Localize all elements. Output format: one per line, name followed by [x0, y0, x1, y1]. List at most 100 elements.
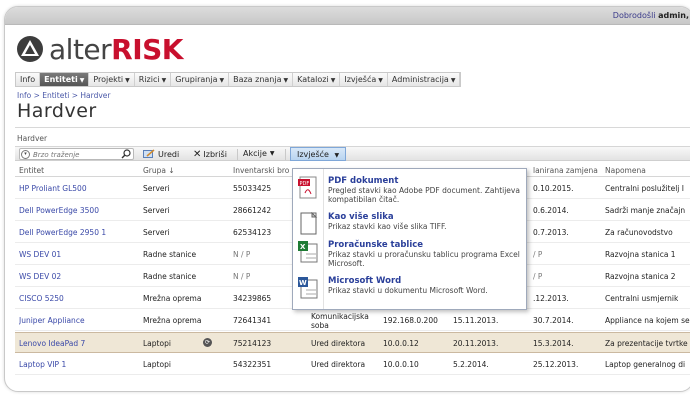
cell-lok: Ured direktora [311, 360, 366, 369]
cell-nap: Laptop generalnog di [605, 360, 686, 369]
cell-zam: 0.7.2013. [533, 228, 569, 237]
cell-nap: Razvojna stanica 2 [605, 272, 676, 281]
chevron-down-icon: ▼ [450, 77, 456, 84]
nav-item-4[interactable]: Grupiranja ▼ [171, 73, 230, 86]
cell-inv: 75214123 [233, 339, 272, 348]
report-option-title: PDF dokument [328, 176, 399, 186]
actions-label: Akcije [243, 149, 267, 158]
nav-item-0[interactable]: Info [16, 73, 41, 86]
column-inventarski-broj[interactable]: Inventarski bro [233, 166, 289, 175]
cell-zam: 0.6.2014. [533, 206, 569, 215]
app-window: Dobrodošli admin, alterRISK Info Entiteti… [4, 6, 690, 392]
cell-entitet[interactable]: Laptop VIP 1 [19, 360, 66, 369]
nav-item-1[interactable]: Entiteti ▼ [40, 73, 90, 86]
logo-text: alterRISK [49, 33, 183, 66]
cell-grupa: Serveri [143, 206, 170, 215]
delete-button[interactable]: ✕ Izbriši [193, 149, 227, 160]
cell-inv: 28661242 [233, 206, 272, 215]
cell-entitet[interactable]: WS DEV 02 [19, 272, 61, 281]
cell-entitet[interactable]: Juniper Appliance [19, 316, 85, 325]
svg-text:PDF: PDF [300, 181, 310, 187]
report-option-description: Prikaz stavki u proračunsku tablicu prog… [328, 250, 520, 268]
report-menu-button[interactable]: Izvješće ▼ [290, 147, 347, 161]
table-row[interactable]: Lenovo IdeaPad 7 Laptopi 75214123 Ured dire… [15, 332, 690, 353]
nav-item-3[interactable]: Rizici ▼ [135, 73, 172, 86]
cell-nap: Za računovodstvo [605, 228, 673, 237]
report-option-title: Proračunske tablice [328, 240, 424, 250]
chevron-down-icon: ▼ [79, 77, 85, 84]
cell-nap: Appliance na kojem se [605, 316, 690, 325]
alterrisk-logo[interactable]: alterRISK [15, 29, 183, 69]
chevron-down-icon: ▼ [378, 77, 383, 84]
cell-grupa: Serveri [143, 184, 170, 193]
title-divider [15, 127, 690, 128]
image-icon [300, 212, 318, 235]
report-option-pdf[interactable]: PDF PDF dokument Pregled stavki kao Adobe … [293, 173, 526, 208]
nav-item-label: Izvješća [344, 75, 377, 84]
welcome-text: Dobrodošli admin, [613, 11, 689, 20]
cell-zam: 25.12.2013. [533, 360, 579, 369]
welcome-user[interactable]: admin, [658, 11, 689, 20]
cell-d1: 20.11.2013. [453, 339, 499, 348]
nav-item-7[interactable]: Izvješća ▼ [340, 73, 388, 86]
cell-nap: Sadrži manje značajn [605, 206, 686, 215]
search-options-icon[interactable]: ▾ [21, 150, 30, 159]
nav-item-label: Administracija [391, 75, 449, 84]
nav-item-label: Baza znanja [233, 75, 282, 84]
chevron-down-icon: ▼ [283, 77, 289, 84]
nav-item-label: Info [20, 75, 36, 84]
report-option-excel[interactable]: X Proračunske tablice Prikaz stavki u pror… [293, 237, 526, 272]
toolbar-separator [237, 149, 238, 160]
cell-entitet[interactable]: Lenovo IdeaPad 7 [19, 339, 85, 348]
logo-triangle-icon [17, 36, 43, 62]
breadcrumb[interactable]: Info > Entiteti > Hardver [17, 91, 110, 100]
sort-arrow-icon: ↓ [168, 166, 175, 175]
cell-lok: Ured direktora [311, 339, 366, 348]
cell-entitet[interactable]: Dell PowerEdge 3500 [19, 206, 99, 215]
delete-icon: ✕ [193, 149, 202, 160]
cell-inv: 62534123 [233, 228, 272, 237]
cell-entitet[interactable]: CISCO 5250 [19, 294, 64, 303]
cell-entitet[interactable]: WS DEV 01 [19, 250, 61, 259]
nav-item-label: Entiteti [44, 75, 78, 84]
cell-ip: 10.0.0.12 [383, 339, 419, 348]
column-grupa[interactable]: Grupa ↓ [143, 166, 175, 175]
cell-grupa: Serveri [143, 228, 170, 237]
item-menu-icon[interactable]: ⟳ [203, 338, 212, 347]
cell-entitet[interactable]: HP Proliant GL500 [19, 184, 87, 193]
nav-item-6[interactable]: Katalozi ▼ [293, 73, 341, 86]
nav-item-5[interactable]: Baza znanja ▼ [229, 73, 294, 86]
page-title: Hardver [17, 100, 97, 122]
cell-nap: Centralni usmjernik [605, 294, 679, 303]
excel-icon: X [298, 241, 318, 263]
report-option-title: Microsoft Word [328, 276, 402, 286]
column-planirana-zamjena[interactable]: lanirana zamjena [533, 166, 598, 175]
cell-zam: / P [533, 250, 543, 259]
table-row[interactable]: Laptop VIP 1 Laptopi 54322351 Ured direktor… [15, 354, 690, 375]
report-option-description: Prikaz stavki kao više slika TIFF. [328, 222, 447, 231]
edit-button[interactable]: Uredi [143, 149, 179, 159]
cell-zam: 30.7.2014. [533, 316, 574, 325]
chevron-down-icon: ▼ [330, 77, 336, 84]
cell-grupa: Laptopi [143, 339, 171, 348]
report-option-word[interactable]: W Microsoft Word Prikaz stavki u dokumentu… [293, 273, 526, 308]
quick-search-input[interactable] [33, 150, 119, 159]
cell-entitet[interactable]: Dell PowerEdge 2950 1 [19, 228, 106, 237]
cell-lok: Komunikacijska soba [311, 312, 369, 330]
cell-grupa: Mrežna oprema [143, 316, 202, 325]
nav-item-label: Grupiranja [175, 75, 218, 84]
quick-search-box[interactable]: ▾ [19, 148, 134, 160]
nav-item-label: Katalozi [297, 75, 329, 84]
nav-item-2[interactable]: Projekti ▼ [89, 73, 135, 86]
column-napomena[interactable]: Napomena [605, 166, 646, 175]
cell-grupa: Radne stanice [143, 250, 197, 259]
column-grupa-label: Grupa [143, 166, 167, 175]
table-row[interactable]: Juniper Appliance Mrežna oprema 72641341 Ko… [15, 310, 690, 331]
report-option-title: Kao više slika [328, 212, 394, 222]
actions-menu-button[interactable]: Akcije ▼ [243, 149, 275, 158]
chevron-down-icon: ▼ [334, 152, 340, 159]
top-bar: Dobrodošli admin, [5, 7, 690, 25]
column-entitet[interactable]: Entitet [19, 166, 44, 175]
search-icon[interactable] [121, 149, 131, 159]
nav-item-8[interactable]: Administracija ▼ [388, 73, 461, 86]
